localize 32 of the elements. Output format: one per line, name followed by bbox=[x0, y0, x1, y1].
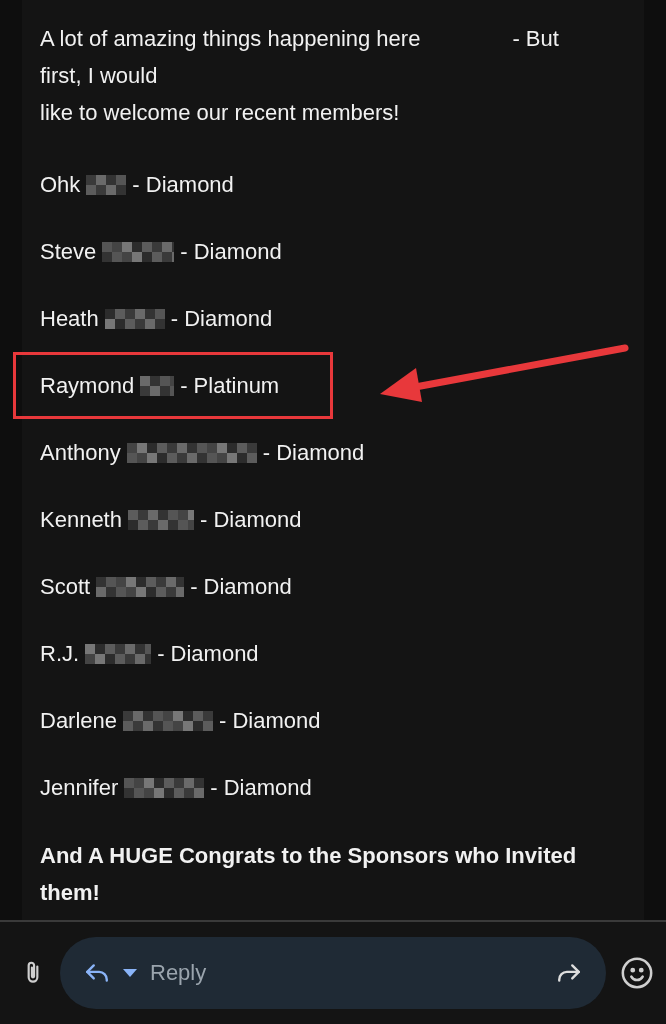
closing-text: And A HUGE Congrats to the Sponsors who Invited them! bbox=[40, 842, 578, 907]
tier-label: - Diamond bbox=[262, 439, 365, 466]
name-label: Ohk bbox=[40, 171, 81, 198]
pointer-arrow-icon bbox=[380, 342, 630, 402]
pixelated-redaction-drawing bbox=[104, 308, 165, 329]
pixelated-redaction-drawing bbox=[127, 509, 194, 530]
tier-label: - Diamond bbox=[199, 506, 302, 533]
intro-paragraph: A lot of amazing things happening here - But first, I would like to welcome our recent members! bbox=[40, 25, 560, 127]
caret-icon[interactable] bbox=[122, 968, 138, 978]
tier-label: - Diamond bbox=[190, 573, 292, 600]
name-label: Heath bbox=[40, 305, 99, 332]
tier-label: - Diamond bbox=[157, 640, 259, 667]
name-label: R.J. bbox=[40, 640, 80, 667]
pixelated-redaction-drawing bbox=[140, 375, 175, 396]
pixelated-redaction-drawing bbox=[85, 643, 152, 664]
name-label: Darlene bbox=[40, 707, 118, 734]
name-label: Steve bbox=[40, 238, 97, 265]
tier-label: - Platinum bbox=[180, 372, 280, 399]
tier-label: - Diamond bbox=[219, 707, 321, 734]
pixelated-redaction-drawing bbox=[86, 174, 127, 195]
tier-label: - Diamond bbox=[170, 305, 273, 332]
name-label: Anthony bbox=[40, 439, 121, 466]
tier-label: - Diamond bbox=[180, 238, 282, 265]
emoji-icon[interactable] bbox=[620, 956, 654, 990]
name-label: Raymond bbox=[40, 372, 135, 399]
name-label: Scott bbox=[40, 573, 91, 600]
name-label: Jennifer bbox=[40, 774, 119, 801]
name-label: Kenneth bbox=[40, 506, 122, 533]
tier-label: - Diamond bbox=[132, 171, 234, 198]
reply-input[interactable]: Reply bbox=[148, 959, 544, 987]
reply-field[interactable]: Reply bbox=[60, 937, 606, 1009]
tier-label: - Diamond bbox=[210, 774, 312, 801]
